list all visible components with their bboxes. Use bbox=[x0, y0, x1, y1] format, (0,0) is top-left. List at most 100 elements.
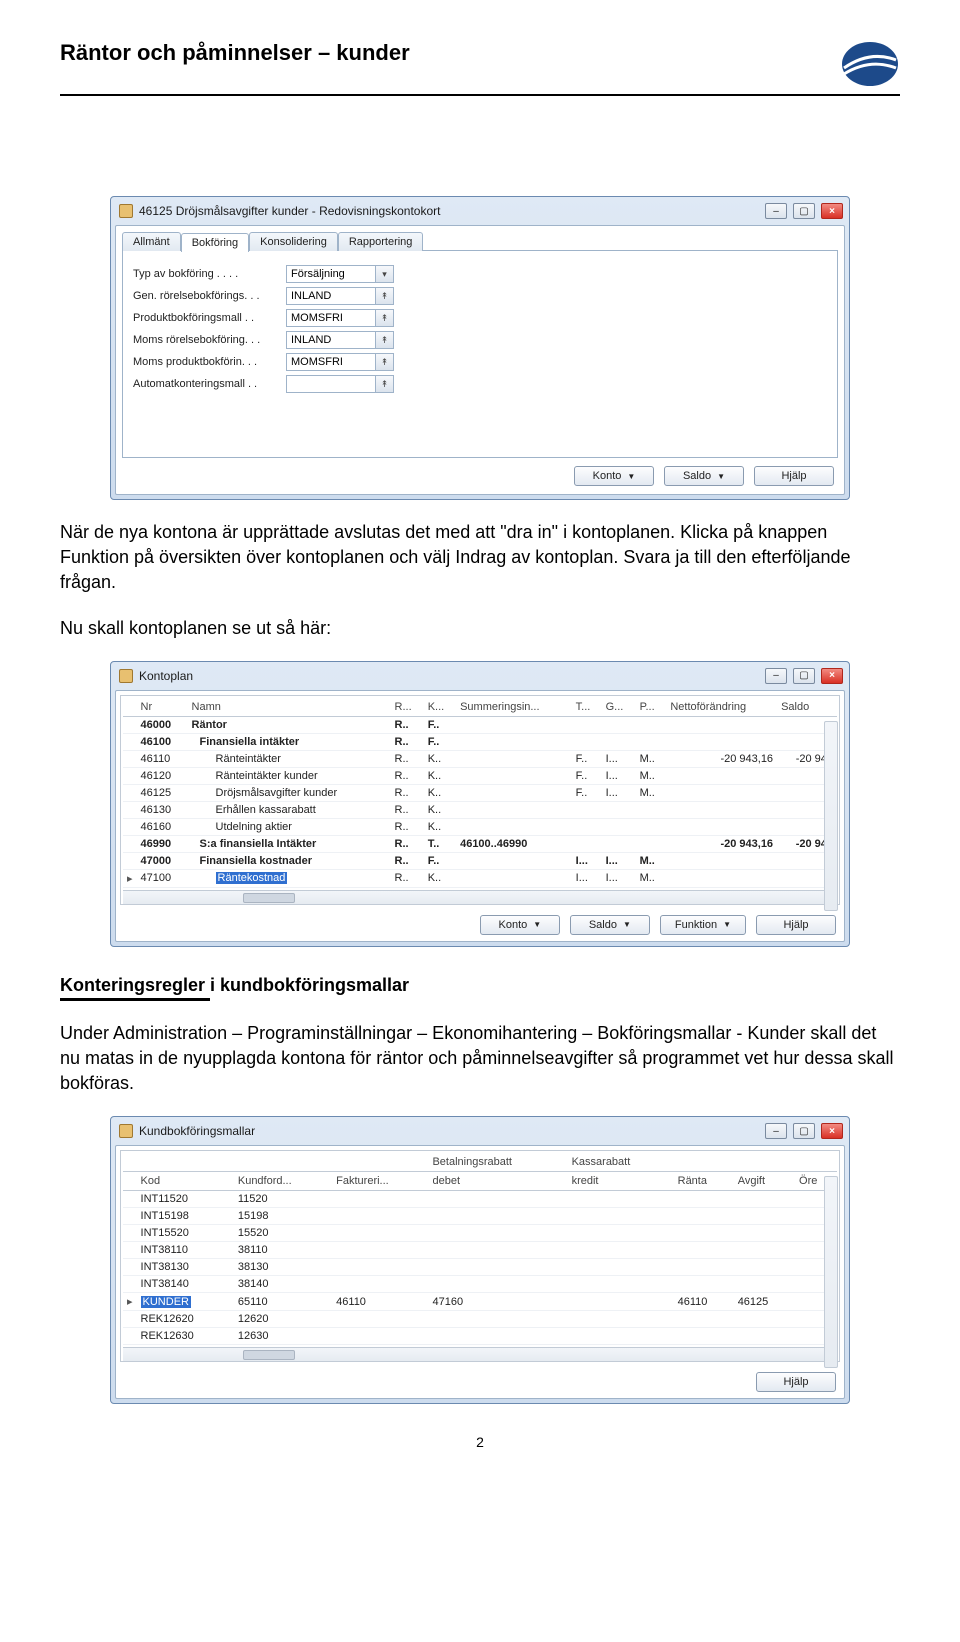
column-header[interactable]: R... bbox=[391, 698, 424, 717]
column-header[interactable]: P... bbox=[636, 698, 667, 717]
field-label: Moms rörelsebokföring. . . bbox=[133, 334, 278, 346]
field-label: Gen. rörelsebokförings. . . bbox=[133, 290, 278, 302]
close-button[interactable]: × bbox=[821, 668, 843, 684]
table-row[interactable]: 46100Finansiella intäkterR..F.. bbox=[123, 733, 837, 750]
field-input[interactable] bbox=[286, 375, 376, 393]
horizontal-scrollbar[interactable] bbox=[123, 890, 837, 904]
column-header[interactable]: T... bbox=[572, 698, 602, 717]
chevron-down-icon: ▼ bbox=[717, 472, 725, 481]
column-header[interactable]: Nr bbox=[137, 698, 188, 717]
tab-allmänt[interactable]: Allmänt bbox=[122, 232, 181, 251]
field-input[interactable] bbox=[286, 265, 376, 283]
header-rule bbox=[60, 94, 900, 96]
subheading-underline bbox=[60, 998, 210, 1001]
maximize-button[interactable]: ▢ bbox=[793, 203, 815, 219]
hjälp-button[interactable]: Hjälp bbox=[754, 466, 834, 486]
column-group-header: Kassarabatt bbox=[568, 1153, 674, 1172]
table-row[interactable]: INT1519815198 bbox=[123, 1208, 837, 1225]
table-row[interactable]: 46125Dröjsmålsavgifter kunderR..K..F..I.… bbox=[123, 784, 837, 801]
table-row[interactable]: 46000RäntorR..F.. bbox=[123, 716, 837, 733]
konto-button[interactable]: Konto▼ bbox=[574, 466, 654, 486]
table-row[interactable]: 46990S:a finansiella IntäkterR..T..46100… bbox=[123, 835, 837, 852]
lookup-button[interactable]: ↟ bbox=[376, 309, 394, 327]
table-row[interactable]: ▸KUNDER6511046110471604611046125 bbox=[123, 1293, 837, 1311]
window-title: Kundbokföringsmallar bbox=[139, 1124, 759, 1138]
table-row[interactable]: INT3813038130 bbox=[123, 1259, 837, 1276]
maximize-button[interactable]: ▢ bbox=[793, 668, 815, 684]
field-input[interactable] bbox=[286, 353, 376, 371]
lookup-button[interactable]: ↟ bbox=[376, 331, 394, 349]
column-header[interactable]: Nettoförändring bbox=[666, 698, 777, 717]
table-row[interactable]: 46110RänteintäkterR..K..F..I...M..-20 94… bbox=[123, 750, 837, 767]
funktion-button[interactable]: Funktion▼ bbox=[660, 915, 746, 935]
column-header[interactable]: Summeringsin... bbox=[456, 698, 572, 717]
field-input[interactable] bbox=[286, 331, 376, 349]
window-kundbokforingsmallar: Kundbokföringsmallar – ▢ × Betalningsrab… bbox=[110, 1116, 850, 1404]
table-row[interactable]: REK1262012620 bbox=[123, 1311, 837, 1328]
window-redovisningskontokort: 46125 Dröjsmålsavgifter kunder - Redovis… bbox=[110, 196, 850, 500]
chevron-down-icon: ▼ bbox=[623, 920, 631, 929]
lookup-button[interactable]: ▾ bbox=[376, 265, 394, 283]
table-row[interactable]: 46130Erhållen kassarabattR..K.. bbox=[123, 801, 837, 818]
vertical-scrollbar[interactable] bbox=[824, 1176, 838, 1368]
column-header[interactable]: Namn bbox=[188, 698, 391, 717]
tab-konsolidering[interactable]: Konsolidering bbox=[249, 232, 338, 251]
column-header[interactable]: kredit bbox=[568, 1172, 674, 1191]
field-label: Produktbokföringsmall . . bbox=[133, 312, 278, 324]
subheading: Konteringsregler i kundbokföringsmallar bbox=[60, 975, 900, 996]
chevron-down-icon: ▼ bbox=[723, 920, 731, 929]
close-button[interactable]: × bbox=[821, 1123, 843, 1139]
minimize-button[interactable]: – bbox=[765, 1123, 787, 1139]
column-header[interactable]: Saldo bbox=[777, 698, 837, 717]
hjälp-button[interactable]: Hjälp bbox=[756, 1372, 836, 1392]
vertical-scrollbar[interactable] bbox=[824, 721, 838, 911]
field-input[interactable] bbox=[286, 309, 376, 327]
tab-bokföring[interactable]: Bokföring bbox=[181, 233, 249, 252]
saldo-button[interactable]: Saldo▼ bbox=[664, 466, 744, 486]
window-kontoplan: Kontoplan – ▢ × NrNamnR...K...Summerings… bbox=[110, 661, 850, 947]
table-row[interactable]: ▸47100RäntekostnadR..K..I...I...M.. bbox=[123, 869, 837, 887]
field-label: Automatkonteringsmall . . bbox=[133, 378, 278, 390]
table-row[interactable]: 46120Ränteintäkter kunderR..K..F..I...M.… bbox=[123, 767, 837, 784]
chevron-down-icon: ▼ bbox=[533, 920, 541, 929]
window-title: Kontoplan bbox=[139, 669, 759, 683]
lookup-button[interactable]: ↟ bbox=[376, 287, 394, 305]
column-group-header: Betalningsrabatt bbox=[428, 1153, 567, 1172]
close-button[interactable]: × bbox=[821, 203, 843, 219]
column-header[interactable]: Kundford... bbox=[234, 1172, 332, 1191]
table-row[interactable]: INT1552015520 bbox=[123, 1225, 837, 1242]
logo-icon bbox=[840, 40, 900, 88]
column-header[interactable]: Kod bbox=[137, 1172, 234, 1191]
column-header[interactable]: G... bbox=[602, 698, 636, 717]
field-label: Typ av bokföring . . . . bbox=[133, 268, 278, 280]
table-row[interactable]: 46160Utdelning aktierR..K.. bbox=[123, 818, 837, 835]
table-row[interactable]: INT3811038110 bbox=[123, 1242, 837, 1259]
saldo-button[interactable]: Saldo▼ bbox=[570, 915, 650, 935]
minimize-button[interactable]: – bbox=[765, 668, 787, 684]
column-header[interactable]: K... bbox=[424, 698, 456, 717]
table-row[interactable]: INT1152011520 bbox=[123, 1191, 837, 1208]
page-number: 2 bbox=[60, 1434, 900, 1450]
table-row[interactable]: REK1263012630 bbox=[123, 1328, 837, 1345]
tab-rapportering[interactable]: Rapportering bbox=[338, 232, 424, 251]
column-header[interactable]: Faktureri... bbox=[332, 1172, 428, 1191]
window-icon bbox=[119, 669, 133, 683]
field-input[interactable] bbox=[286, 287, 376, 305]
lookup-button[interactable]: ↟ bbox=[376, 375, 394, 393]
konto-button[interactable]: Konto▼ bbox=[480, 915, 560, 935]
chevron-down-icon: ▼ bbox=[627, 472, 635, 481]
horizontal-scrollbar[interactable] bbox=[123, 1347, 837, 1361]
window-icon bbox=[119, 1124, 133, 1138]
page-title: Räntor och påminnelser – kunder bbox=[60, 40, 410, 66]
table-row[interactable]: INT3814038140 bbox=[123, 1276, 837, 1293]
hjälp-button[interactable]: Hjälp bbox=[756, 915, 836, 935]
paragraph-1: När de nya kontona är upprättade avsluta… bbox=[60, 520, 900, 596]
column-header[interactable]: debet bbox=[428, 1172, 567, 1191]
minimize-button[interactable]: – bbox=[765, 203, 787, 219]
maximize-button[interactable]: ▢ bbox=[793, 1123, 815, 1139]
column-header[interactable]: Avgift bbox=[734, 1172, 795, 1191]
table-row[interactable]: 47000Finansiella kostnaderR..F..I...I...… bbox=[123, 852, 837, 869]
column-header[interactable]: Ränta bbox=[674, 1172, 734, 1191]
window-icon bbox=[119, 204, 133, 218]
lookup-button[interactable]: ↟ bbox=[376, 353, 394, 371]
